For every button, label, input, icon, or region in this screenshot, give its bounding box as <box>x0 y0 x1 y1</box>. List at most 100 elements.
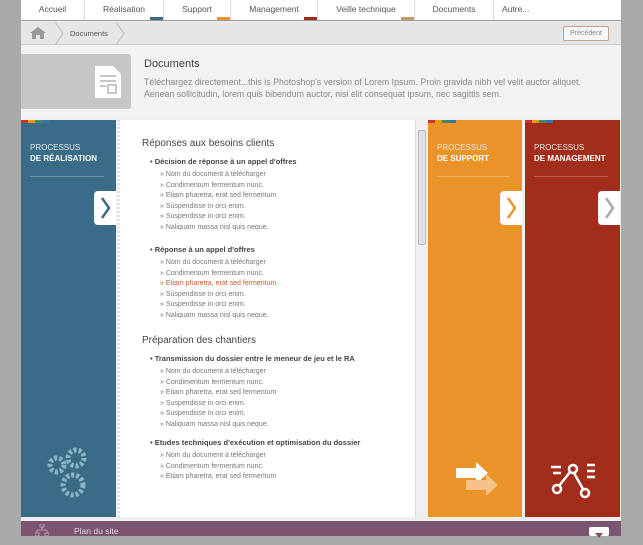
group-title: • Décision de réponse à un appel d'offre… <box>150 157 297 166</box>
breadcrumb-current[interactable]: Documents <box>70 29 108 38</box>
divider <box>30 176 104 177</box>
nav-color-mark <box>217 17 230 20</box>
expand-footer-toggle[interactable] <box>589 527 609 538</box>
section-title: Réponses aux besoins clients <box>142 138 275 149</box>
document-link[interactable]: » Condimentum fermentum nunc. <box>160 181 427 192</box>
document-link[interactable]: » Naliquam massa nisl quis neque. <box>160 311 427 322</box>
document-link[interactable]: » Suspendisse in orci enim. <box>160 212 427 223</box>
group-title-text: Etudes techniques d'exécution et optimis… <box>154 438 361 447</box>
document-link[interactable]: » Nom du document à télécharger <box>160 258 427 269</box>
open-panel-arrow[interactable] <box>598 191 620 225</box>
group-title-text: Réponse à un appel d'offres <box>154 245 255 254</box>
document-link[interactable]: » Condimentum fermentum nunc. <box>160 269 427 280</box>
top-nav: Accueil Réalisation Support Management V… <box>21 0 621 21</box>
breadcrumb: Documents Précédent <box>21 22 621 45</box>
document-link[interactable]: » Nom du document à télécharger <box>160 367 427 378</box>
document-link[interactable]: » Naliquam massa nisl quis neque. <box>160 223 427 234</box>
document-list: » Nom du document à télécharger» Condime… <box>160 367 427 430</box>
color-stripe <box>428 120 456 123</box>
open-panel-arrow[interactable] <box>94 191 116 225</box>
panel-title-line2: DE SUPPORT <box>437 154 490 163</box>
panel-management[interactable]: PROCESSUS DE MANAGEMENT <box>525 120 620 517</box>
nav-label: Management <box>249 4 299 14</box>
gears-icon <box>47 447 87 498</box>
document-link[interactable]: » Suspendisse in orci enim. <box>160 300 427 311</box>
section-title: Préparation des chantiers <box>142 335 256 346</box>
nav-label: Accueil <box>38 4 67 14</box>
chevron-right-icon <box>506 197 517 219</box>
page: Accueil Réalisation Support Management V… <box>21 0 621 538</box>
page-header: Documents Téléchargez directement...this… <box>21 45 621 118</box>
nav-label: Documents <box>432 4 476 14</box>
panel-title-line1: PROCESSUS <box>534 143 585 152</box>
nav-label: Autre... <box>502 4 530 14</box>
group-title: • Transmission du dossier entre le meneu… <box>150 354 355 363</box>
panel-title: PROCESSUS DE RÉALISATION <box>30 142 97 164</box>
scrollbar[interactable] <box>415 120 427 517</box>
nav-accueil[interactable]: Accueil <box>21 0 85 20</box>
document-link[interactable]: » Condimentum fermentum nunc. <box>160 378 427 389</box>
group-title: • Réponse à un appel d'offres <box>150 245 255 254</box>
chevron-right-icon <box>100 197 111 219</box>
network-icon <box>551 463 595 499</box>
chevron-right-icon <box>604 197 615 219</box>
document-icon <box>95 66 121 98</box>
sitemap-link[interactable]: Plan du site <box>74 526 118 536</box>
panel-realisation[interactable]: PROCESSUS DE RÉALISATION <box>21 120 116 517</box>
documents-list: Réponses aux besoins clients • Décision … <box>118 120 427 517</box>
breadcrumb-separator <box>54 22 64 45</box>
page-title: Documents <box>144 58 200 70</box>
nav-label: Réalisation <box>102 4 146 14</box>
nav-documents[interactable]: Documents <box>415 0 494 20</box>
document-link[interactable]: » Naliquam massa nisl quis neque. <box>160 420 427 431</box>
divider <box>534 176 608 177</box>
document-list: » Nom du document à télécharger» Condime… <box>160 258 427 321</box>
nav-color-mark <box>401 17 414 20</box>
panel-title: PROCESSUS DE MANAGEMENT <box>534 142 606 164</box>
document-link[interactable]: » Suspendisse in orci enim. <box>160 202 427 213</box>
nav-veille-technique[interactable]: Veille technique <box>318 0 415 20</box>
arrows-icon <box>456 462 498 496</box>
panel-title: PROCESSUS DE SUPPORT <box>437 142 489 164</box>
group-title-text: Transmission du dossier entre le meneur … <box>154 354 355 363</box>
nav-label: Support <box>182 4 212 14</box>
document-list: » Nom du document à télécharger» Condime… <box>160 451 427 483</box>
document-link[interactable]: » Etiam pharetra, erat sed fermentum <box>160 191 427 202</box>
color-stripe <box>525 120 553 123</box>
document-link[interactable]: » Etiam pharetra, erat sed fermentum <box>160 472 427 483</box>
header-image <box>21 54 131 109</box>
nav-realisation[interactable]: Réalisation <box>85 0 164 20</box>
sitemap-icon <box>35 524 49 536</box>
panel-support[interactable]: PROCESSUS DE SUPPORT <box>428 120 522 517</box>
panel-title-line1: PROCESSUS <box>437 143 488 152</box>
panel-title-line1: PROCESSUS <box>30 143 81 152</box>
group-title: • Etudes techniques d'exécution et optim… <box>150 438 361 447</box>
panel-title-line2: DE MANAGEMENT <box>534 154 606 163</box>
nav-color-mark <box>150 17 163 20</box>
document-link[interactable]: » Nom du document à télécharger <box>160 451 427 462</box>
nav-management[interactable]: Management <box>231 0 318 20</box>
home-icon[interactable] <box>29 26 47 40</box>
breadcrumb-separator <box>115 22 125 45</box>
nav-color-mark <box>304 17 317 20</box>
document-link[interactable]: » Etiam pharetra, erat sed fermentum <box>160 279 427 290</box>
document-link[interactable]: » Suspendisse in orci enim. <box>160 409 427 420</box>
nav-support[interactable]: Support <box>164 0 231 20</box>
group-title-text: Décision de réponse à un appel d'offres <box>154 157 297 166</box>
nav-autre[interactable]: Autre... <box>494 0 554 20</box>
footer-bar: Plan du site <box>21 521 621 538</box>
nav-label: Veille technique <box>336 4 396 14</box>
document-link[interactable]: » Nom du document à télécharger <box>160 170 427 181</box>
document-link[interactable]: » Suspendisse in orci enim. <box>160 290 427 301</box>
document-list: » Nom du document à télécharger» Condime… <box>160 170 427 233</box>
color-stripe <box>21 120 49 123</box>
open-panel-arrow[interactable] <box>500 191 522 225</box>
document-link[interactable]: » Etiam pharetra, erat sed fermentum <box>160 388 427 399</box>
divider <box>437 176 510 177</box>
document-link[interactable]: » Condimentum fermentum nunc. <box>160 462 427 473</box>
scrollbar-thumb[interactable] <box>418 130 426 245</box>
previous-button[interactable]: Précédent <box>563 26 609 41</box>
panel-title-line2: DE RÉALISATION <box>30 154 97 163</box>
page-description: Téléchargez directement...this is Photos… <box>144 77 581 99</box>
document-link[interactable]: » Suspendisse in orci enim. <box>160 399 427 410</box>
